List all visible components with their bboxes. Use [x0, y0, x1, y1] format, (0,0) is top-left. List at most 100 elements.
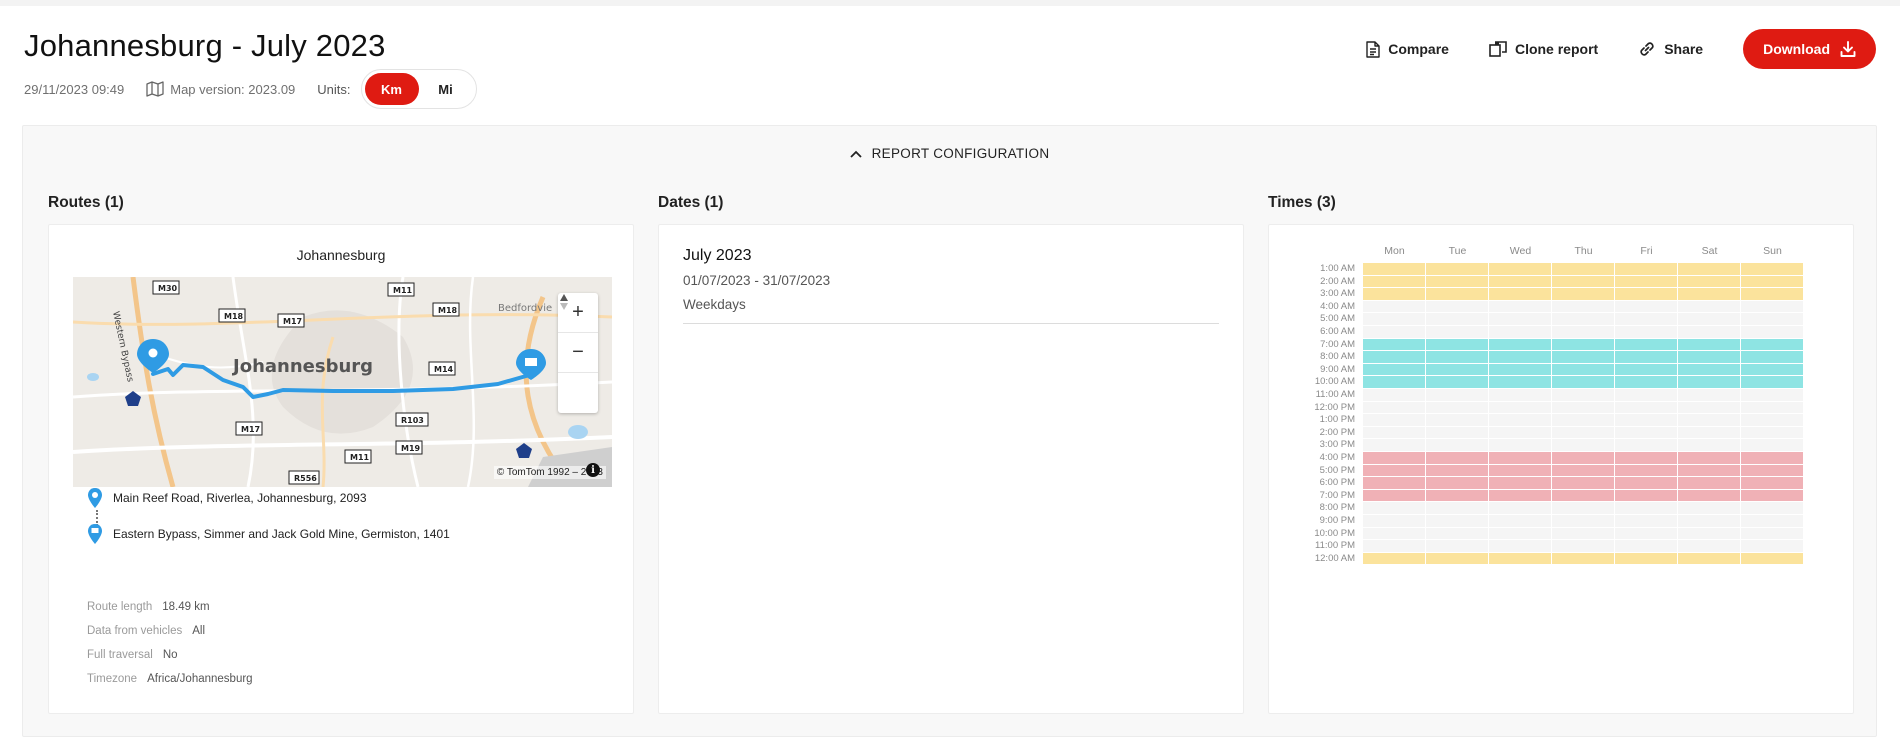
time-cell[interactable]	[1615, 351, 1678, 364]
time-cell[interactable]	[1615, 263, 1678, 276]
time-cell[interactable]	[1363, 502, 1426, 515]
time-cell[interactable]	[1552, 401, 1615, 415]
time-cell[interactable]	[1489, 414, 1552, 427]
time-cell[interactable]	[1363, 464, 1426, 478]
route-map[interactable]: Johannesburg Bedfordvie Western Bypass M…	[73, 277, 612, 487]
time-cell[interactable]	[1552, 540, 1615, 553]
time-cell[interactable]	[1741, 275, 1804, 289]
time-cell[interactable]	[1426, 300, 1489, 314]
unit-mi-button[interactable]: Mi	[419, 73, 473, 105]
time-cell[interactable]	[1552, 477, 1615, 490]
time-cell[interactable]	[1363, 313, 1426, 326]
time-cell[interactable]	[1552, 489, 1615, 503]
time-cell[interactable]	[1489, 288, 1552, 301]
time-cell[interactable]	[1489, 527, 1552, 541]
time-cell[interactable]	[1363, 452, 1426, 465]
time-cell[interactable]	[1426, 527, 1489, 541]
time-cell[interactable]	[1489, 275, 1552, 289]
time-cell[interactable]	[1552, 326, 1615, 339]
time-cell[interactable]	[1426, 426, 1489, 440]
time-cell[interactable]	[1741, 515, 1804, 528]
report-configuration-toggle[interactable]: REPORT CONFIGURATION	[23, 146, 1876, 161]
time-cell[interactable]	[1678, 552, 1741, 566]
time-cell[interactable]	[1489, 477, 1552, 490]
time-cell[interactable]	[1615, 288, 1678, 301]
time-cell[interactable]	[1363, 515, 1426, 528]
time-cell[interactable]	[1426, 477, 1489, 490]
time-cell[interactable]	[1615, 439, 1678, 452]
time-cell[interactable]	[1552, 452, 1615, 465]
time-cell[interactable]	[1678, 464, 1741, 478]
time-cell[interactable]	[1426, 326, 1489, 339]
time-cell[interactable]	[1741, 351, 1804, 364]
time-cell[interactable]	[1552, 376, 1615, 389]
time-cell[interactable]	[1741, 414, 1804, 427]
time-cell[interactable]	[1363, 275, 1426, 289]
time-cell[interactable]	[1363, 363, 1426, 377]
time-cell[interactable]	[1615, 313, 1678, 326]
time-cell[interactable]	[1741, 376, 1804, 389]
time-cell[interactable]	[1741, 426, 1804, 440]
time-cell[interactable]	[1426, 414, 1489, 427]
time-cell[interactable]	[1489, 338, 1552, 352]
time-cell[interactable]	[1678, 351, 1741, 364]
time-cell[interactable]	[1615, 338, 1678, 352]
time-cell[interactable]	[1741, 452, 1804, 465]
share-button[interactable]: Share	[1638, 40, 1703, 58]
zoom-out-button[interactable]: −	[558, 333, 598, 373]
time-cell[interactable]	[1552, 263, 1615, 276]
time-cell[interactable]	[1741, 540, 1804, 553]
time-cell[interactable]	[1678, 452, 1741, 465]
time-cell[interactable]	[1363, 552, 1426, 566]
time-cell[interactable]	[1552, 464, 1615, 478]
time-cell[interactable]	[1363, 351, 1426, 364]
time-cell[interactable]	[1489, 263, 1552, 276]
time-cell[interactable]	[1489, 401, 1552, 415]
time-cell[interactable]	[1552, 502, 1615, 515]
time-cell[interactable]	[1678, 338, 1741, 352]
time-cell[interactable]	[1363, 527, 1426, 541]
time-cell[interactable]	[1552, 527, 1615, 541]
time-cell[interactable]	[1426, 489, 1489, 503]
time-cell[interactable]	[1426, 452, 1489, 465]
time-cell[interactable]	[1678, 300, 1741, 314]
time-cell[interactable]	[1363, 439, 1426, 452]
time-cell[interactable]	[1678, 515, 1741, 528]
time-cell[interactable]	[1615, 489, 1678, 503]
time-cell[interactable]	[1489, 389, 1552, 402]
time-cell[interactable]	[1741, 338, 1804, 352]
time-cell[interactable]	[1678, 540, 1741, 553]
time-cell[interactable]	[1741, 263, 1804, 276]
time-cell[interactable]	[1552, 313, 1615, 326]
compare-button[interactable]: Compare	[1366, 40, 1449, 58]
time-cell[interactable]	[1615, 300, 1678, 314]
time-cell[interactable]	[1615, 515, 1678, 528]
time-cell[interactable]	[1426, 401, 1489, 415]
time-cell[interactable]	[1741, 464, 1804, 478]
time-cell[interactable]	[1615, 540, 1678, 553]
time-cell[interactable]	[1363, 489, 1426, 503]
time-cell[interactable]	[1363, 326, 1426, 339]
time-cell[interactable]	[1552, 288, 1615, 301]
time-cell[interactable]	[1678, 426, 1741, 440]
time-cell[interactable]	[1615, 464, 1678, 478]
time-cell[interactable]	[1489, 313, 1552, 326]
time-cell[interactable]	[1678, 288, 1741, 301]
time-cell[interactable]	[1426, 389, 1489, 402]
time-cell[interactable]	[1741, 489, 1804, 503]
time-cell[interactable]	[1741, 401, 1804, 415]
time-cell[interactable]	[1741, 389, 1804, 402]
time-cell[interactable]	[1741, 326, 1804, 339]
time-cell[interactable]	[1615, 527, 1678, 541]
route-card[interactable]: Johannesburg Johannesburg Bedfordvie Wes…	[48, 224, 634, 714]
time-cell[interactable]	[1615, 275, 1678, 289]
time-cell[interactable]	[1552, 552, 1615, 566]
time-cell[interactable]	[1426, 363, 1489, 377]
time-cell[interactable]	[1615, 552, 1678, 566]
time-cell[interactable]	[1426, 502, 1489, 515]
time-cell[interactable]	[1363, 477, 1426, 490]
time-cell[interactable]	[1489, 363, 1552, 377]
times-card[interactable]: Mon Tue Wed Thu Fri Sat Sun 1:00 AM 2:00 AM 3:00 …	[1268, 224, 1854, 714]
time-cell[interactable]	[1426, 376, 1489, 389]
time-cell[interactable]	[1489, 489, 1552, 503]
